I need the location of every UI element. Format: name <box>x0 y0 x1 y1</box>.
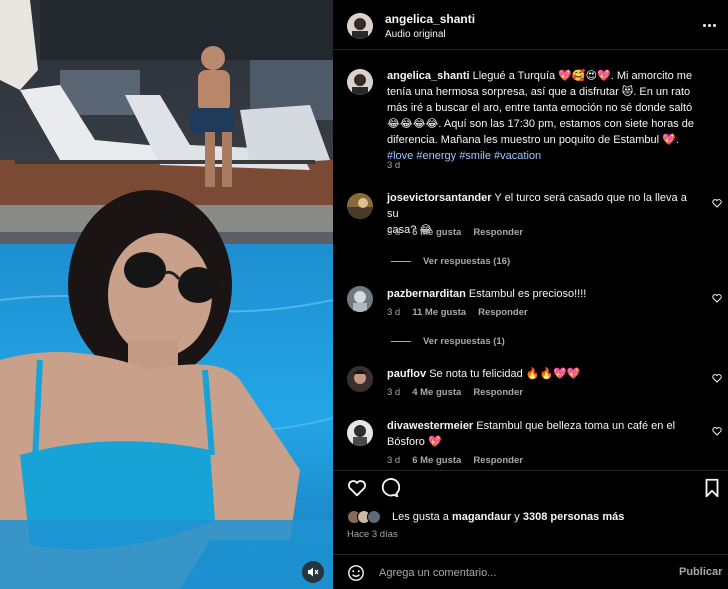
reply-button[interactable]: Responder <box>473 387 523 398</box>
view-replies-label: Ver respuestas (16) <box>423 256 511 267</box>
likes-count[interactable]: 3308 personas más <box>523 511 625 523</box>
comment-likes[interactable]: 11 Me gusta <box>412 307 466 318</box>
comment-avatar[interactable] <box>347 366 373 392</box>
view-replies-button[interactable]: Ver respuestas (1) <box>391 336 505 347</box>
comment-meta: 3 d 5 Me gusta Responder <box>387 227 523 238</box>
bookmark-icon[interactable] <box>701 477 723 499</box>
comment-composer: Publicar <box>333 554 728 589</box>
caption-line-1: Llegué a Turquía 💖🥰😍💖. Mi amorcito me <box>472 70 693 82</box>
comment-avatar[interactable] <box>347 286 373 312</box>
like-comment-heart-icon[interactable] <box>712 293 722 303</box>
comment-text: pauflov Se nota tu felicidad 🔥🔥💖💖 <box>387 366 697 382</box>
comment-meta: 3 d 4 Me gusta Responder <box>387 387 523 398</box>
likes-prefix: Les gusta a <box>392 511 452 523</box>
post-date[interactable]: Hace 3 días <box>347 529 398 540</box>
comment-input[interactable] <box>379 563 659 583</box>
view-replies-label: Ver respuestas (1) <box>423 336 505 347</box>
caption-line-4: 😂😂😂😂. Aquí son las 17:30 pm, estamos con… <box>387 118 695 130</box>
liked-by-avatars[interactable] <box>347 507 381 527</box>
view-replies-button[interactable]: Ver respuestas (16) <box>391 256 510 267</box>
comment-meta: 3 d 11 Me gusta Responder <box>387 307 528 318</box>
post-actions-bar <box>333 470 728 504</box>
comment-avatar[interactable] <box>347 420 373 446</box>
speaker-muted-icon <box>308 567 319 577</box>
audio-label[interactable]: Audio original <box>385 29 446 40</box>
reply-button[interactable]: Responder <box>473 455 523 466</box>
comment-body: Estambul es precioso!!!! <box>468 288 587 300</box>
comment-body: Se nota tu felicidad 🔥🔥💖💖 <box>429 368 581 380</box>
mute-toggle-button[interactable] <box>302 561 324 583</box>
comment-text: pazbernarditan Estambul es precioso!!!! <box>387 286 697 302</box>
liker-username[interactable]: magandaur <box>452 511 511 523</box>
liker-avatar <box>367 510 381 524</box>
comment-time[interactable]: 3 d <box>387 455 400 466</box>
post-side-panel: angelica_shanti Audio original angelica_… <box>333 0 728 589</box>
caption-meta: 3 d <box>387 160 400 171</box>
caption-time[interactable]: 3 d <box>387 160 400 171</box>
comment-likes[interactable]: 6 Me gusta <box>412 455 461 466</box>
caption-line-5: diferencia. Mañana les muestro un poquit… <box>387 134 679 146</box>
caption-avatar[interactable] <box>347 69 373 95</box>
caption-line-3: más iré a buscar el aro, entre tanta emo… <box>387 102 693 114</box>
reply-button[interactable]: Responder <box>478 307 528 318</box>
reply-button[interactable]: Responder <box>473 227 523 238</box>
comment-time[interactable]: 3 d <box>387 387 400 398</box>
comment-username[interactable]: divawestermeier <box>387 420 473 432</box>
like-comment-heart-icon[interactable] <box>712 426 722 436</box>
comment-username[interactable]: josevictorsantander <box>387 192 492 204</box>
comment-time[interactable]: 3 d <box>387 227 400 238</box>
comment-time[interactable]: 3 d <box>387 307 400 318</box>
likes-joiner: y <box>511 511 523 523</box>
comment-body: Estambul que belleza toma un café en el <box>476 420 676 432</box>
comment-username[interactable]: pauflov <box>387 368 426 380</box>
comment-likes[interactable]: 4 Me gusta <box>412 387 461 398</box>
comment-avatar[interactable] <box>347 193 373 219</box>
publish-button[interactable]: Publicar <box>679 566 722 578</box>
like-heart-icon[interactable] <box>346 477 368 499</box>
comment-meta: 3 d 6 Me gusta Responder <box>387 455 523 466</box>
hashtag-link[interactable]: #energy <box>416 150 456 162</box>
comment-username[interactable]: pazbernarditan <box>387 288 466 300</box>
author-username[interactable]: angelica_shanti <box>385 12 475 26</box>
like-comment-heart-icon[interactable] <box>712 198 722 208</box>
emoji-picker-icon[interactable] <box>347 564 365 582</box>
hashtag-link[interactable]: #vacation <box>494 150 541 162</box>
more-dots-icon <box>703 23 706 27</box>
hashtag-link[interactable]: #smile <box>459 150 491 162</box>
caption-username[interactable]: angelica_shanti <box>387 70 470 82</box>
author-avatar[interactable] <box>347 13 373 39</box>
more-options-button[interactable] <box>703 18 719 32</box>
likes-summary[interactable]: Les gusta a magandaur y 3308 personas má… <box>392 511 624 523</box>
video-frame <box>0 0 333 589</box>
comment-bubble-icon[interactable] <box>378 477 400 499</box>
post-video[interactable] <box>0 0 333 589</box>
comment-likes[interactable]: 5 Me gusta <box>412 227 461 238</box>
like-comment-heart-icon[interactable] <box>712 373 722 383</box>
comment-body: Bósforo 💖 <box>387 436 442 448</box>
post-header: angelica_shanti Audio original <box>333 0 728 50</box>
caption-line-2: tenía una hermosa sorpresa, así que a di… <box>387 86 691 98</box>
caption-text: angelica_shanti Llegué a Turquía 💖🥰😍💖. M… <box>387 68 717 164</box>
comment-text: divawestermeier Estambul que belleza tom… <box>387 418 697 450</box>
